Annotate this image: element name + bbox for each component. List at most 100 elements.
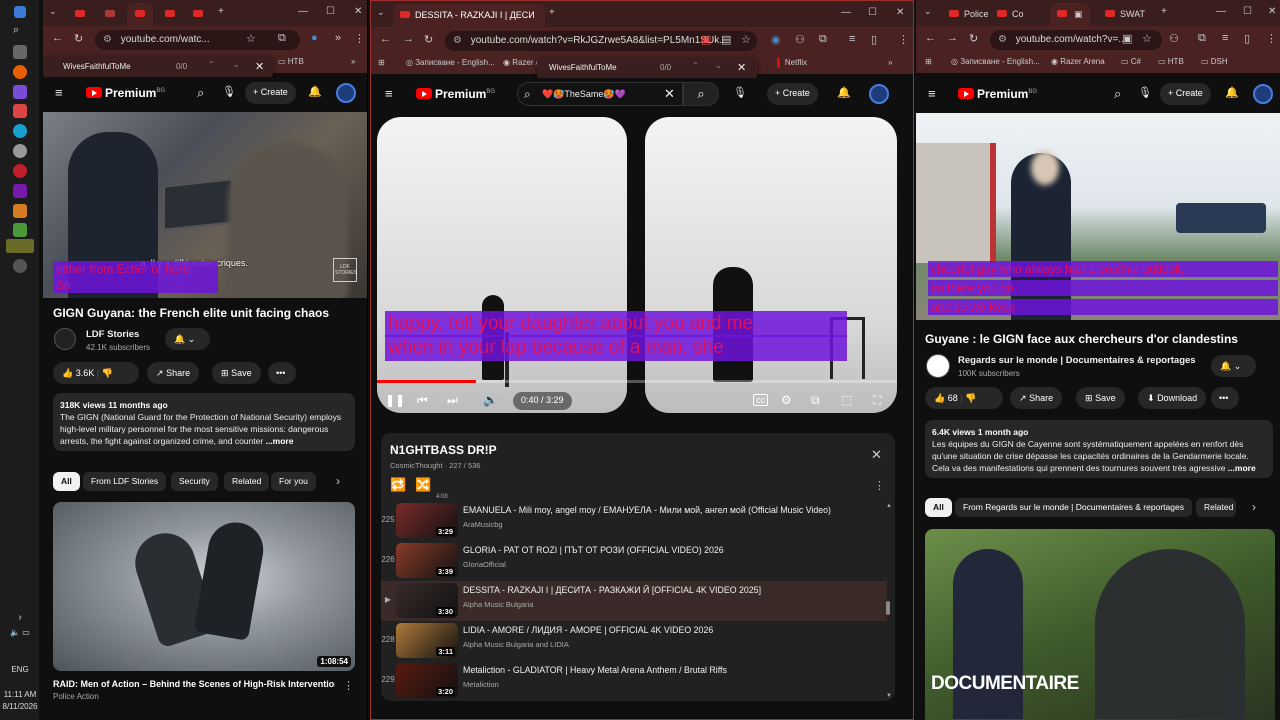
playlist-item-title[interactable]: GLORIA - PAT OT ROZI | ПЪТ ОТ РОЗИ (OFFI…	[463, 545, 883, 555]
clock-icon[interactable]	[13, 259, 27, 273]
subtitles-icon[interactable]: cc	[753, 394, 768, 406]
video-player[interactable]: happy, tell your daughter about you and …	[377, 117, 897, 413]
playlist-item-channel[interactable]: Alpha Music Bulgaria and LIDIA	[463, 640, 569, 649]
maximize-icon[interactable]: ☐	[868, 7, 877, 18]
find-next-icon[interactable]: ⌄	[233, 60, 240, 69]
playlist-item[interactable]: 225 3:29 EMANUELA - Mili moy, angel moy / …	[381, 501, 887, 541]
like-button[interactable]: 👍 68 | 👎	[925, 387, 1003, 409]
find-close-icon[interactable]: ✕	[255, 60, 264, 73]
avatar[interactable]	[869, 84, 889, 104]
extension-icon[interactable]: ⚇	[795, 33, 805, 46]
cast-icon[interactable]: ▣	[1122, 32, 1132, 45]
find-input[interactable]: WivesFaithfulToMe	[549, 63, 617, 72]
chip-related[interactable]: Related	[1196, 498, 1236, 517]
back-icon[interactable]: ←	[925, 32, 936, 44]
firefox-icon[interactable]	[13, 65, 27, 79]
avatar[interactable]	[1253, 84, 1273, 104]
playlist-scrollbar[interactable]: ▲ ▼	[886, 503, 892, 699]
tab[interactable]	[157, 3, 183, 26]
menu-icon[interactable]: ⋮	[354, 32, 365, 45]
media-icon[interactable]: ≡	[1222, 32, 1228, 44]
more-actions-button[interactable]: •••	[1211, 387, 1239, 409]
close-window-icon[interactable]: ✕	[1268, 6, 1276, 17]
edge-icon[interactable]	[13, 124, 27, 138]
like-button[interactable]: 👍 3.6K | 👎	[53, 362, 139, 384]
more-bookmarks-icon[interactable]: »	[351, 57, 355, 66]
subscribe-bell-button[interactable]: 🔔 ⌄	[165, 328, 210, 350]
scrollbar-thumb[interactable]	[886, 601, 890, 615]
video-player[interactable]: cheerful guy who always had a positive o…	[916, 113, 1280, 320]
cast-icon[interactable]: ⬚	[841, 393, 852, 407]
pause-icon[interactable]: ❚❚	[385, 393, 405, 407]
back-icon[interactable]: ←	[380, 33, 391, 45]
create-button[interactable]: + Create	[767, 83, 818, 105]
recommended-channel[interactable]: Police Action	[53, 692, 99, 701]
extensions-icon[interactable]: ⧉	[1198, 32, 1206, 45]
notifications-bell-icon[interactable]: 🔔	[308, 85, 322, 98]
tab-active[interactable]: DESSITA - RAZKAJI I | ДЕСИ	[393, 4, 545, 27]
create-button[interactable]: + Create	[245, 82, 296, 104]
playlist-item-thumbnail[interactable]: 3:20	[396, 663, 458, 698]
playlist-item-channel[interactable]: Metaliction	[463, 680, 499, 689]
channel-name[interactable]: Regards sur le monde | Documentaires & r…	[958, 355, 1196, 366]
find-close-icon[interactable]: ✕	[737, 61, 746, 74]
playlist-item[interactable]: 229 3:20 Metaliction - GLADIATOR | Heavy M…	[381, 661, 887, 701]
create-button[interactable]: + Create	[1160, 83, 1211, 105]
hamburger-menu-icon[interactable]: ≡	[55, 85, 63, 100]
tab[interactable]: Co	[990, 3, 1028, 26]
tab[interactable]	[97, 3, 123, 26]
description-box[interactable]: 6.4K views 1 month ago Les équipes du GI…	[925, 420, 1273, 478]
bookmark-item[interactable]: ◉ Razer A	[503, 58, 541, 67]
opera-icon[interactable]	[13, 164, 27, 178]
playlist-item-title[interactable]: Metaliction - GLADIATOR | Heavy Metal Ar…	[463, 665, 883, 675]
youtube-logo[interactable]: PremiumBG	[958, 87, 1037, 101]
playlist-menu-icon[interactable]: ⋮	[874, 479, 885, 492]
more-actions-button[interactable]: •••	[268, 362, 296, 384]
recommended-thumbnail[interactable]: DOCUMENTAIRE	[925, 529, 1275, 720]
close-window-icon[interactable]: ✕	[354, 6, 362, 17]
dislike-icon[interactable]: 👎	[965, 393, 976, 403]
bookmark-item[interactable]: ◎ Записване - English...	[406, 58, 495, 67]
tab-active[interactable]	[127, 3, 153, 26]
menu-icon[interactable]: ⋮	[898, 33, 909, 46]
new-tab-icon[interactable]: +	[218, 6, 224, 17]
media-icon[interactable]: ≡	[849, 33, 855, 45]
search-box[interactable]: ⌕ ❤️🥵TheSame🥵💜 ✕	[517, 82, 683, 106]
maximize-icon[interactable]: ☐	[1243, 6, 1252, 17]
hamburger-menu-icon[interactable]: ≡	[928, 86, 936, 101]
settings-gear-icon[interactable]: ⚙	[781, 393, 792, 407]
bookmark-item[interactable]: ▭ C#	[1121, 57, 1141, 66]
chip-all[interactable]: All	[53, 472, 80, 491]
task-view-icon[interactable]	[13, 45, 27, 59]
playlist-item-title[interactable]: EMANUELA - Mili moy, angel moy / ЕМАНУЕЛ…	[463, 505, 883, 515]
playlist-item-thumbnail[interactable]: 3:30	[396, 583, 458, 618]
youtube-logo[interactable]: PremiumBG	[416, 87, 495, 101]
chip-all[interactable]: All	[925, 498, 952, 517]
playlist-item[interactable]: 226 3:39 GLORIA - PAT OT ROZI | ПЪТ ОТ РОЗ…	[381, 541, 887, 581]
channel-avatar[interactable]	[54, 328, 76, 350]
onenote-icon[interactable]	[13, 184, 27, 198]
tray-chevron-icon[interactable]: ›	[0, 612, 40, 623]
bookmark-star-icon[interactable]: ☆	[741, 33, 751, 46]
more-tools-icon[interactable]: »	[335, 32, 341, 44]
address-bar[interactable]: ⚙ youtube.com/watc...	[95, 30, 300, 50]
bookmark-item[interactable]: ▭ DSH	[1201, 57, 1228, 66]
site-info-icon[interactable]: ⚙	[453, 35, 462, 46]
more-link[interactable]: ...more	[266, 436, 294, 446]
reload-icon[interactable]: ↻	[74, 32, 83, 45]
subscribe-bell-button[interactable]: 🔔 ⌄	[1211, 355, 1256, 377]
recommended-menu-icon[interactable]: ⋮	[343, 679, 354, 692]
more-link[interactable]: ...more	[1228, 463, 1256, 473]
chips-next-icon[interactable]: ›	[1252, 500, 1256, 514]
scroll-up-icon[interactable]: ▲	[886, 503, 892, 509]
playlist-item-thumbnail[interactable]: 3:11	[396, 623, 458, 658]
chip-security[interactable]: Security	[171, 472, 218, 491]
channel-name[interactable]: LDF Stories	[86, 329, 139, 340]
clock-date[interactable]: 8/11/2026	[0, 702, 40, 711]
search-icon[interactable]: ⌕	[1114, 86, 1121, 102]
extension-icon[interactable]: ⚇	[1169, 32, 1179, 45]
channel-avatar[interactable]	[926, 354, 950, 378]
page-icon[interactable]: ▤	[721, 33, 731, 46]
progress-bar[interactable]	[377, 380, 897, 383]
tab-search-icon[interactable]: ⌄	[924, 6, 932, 17]
